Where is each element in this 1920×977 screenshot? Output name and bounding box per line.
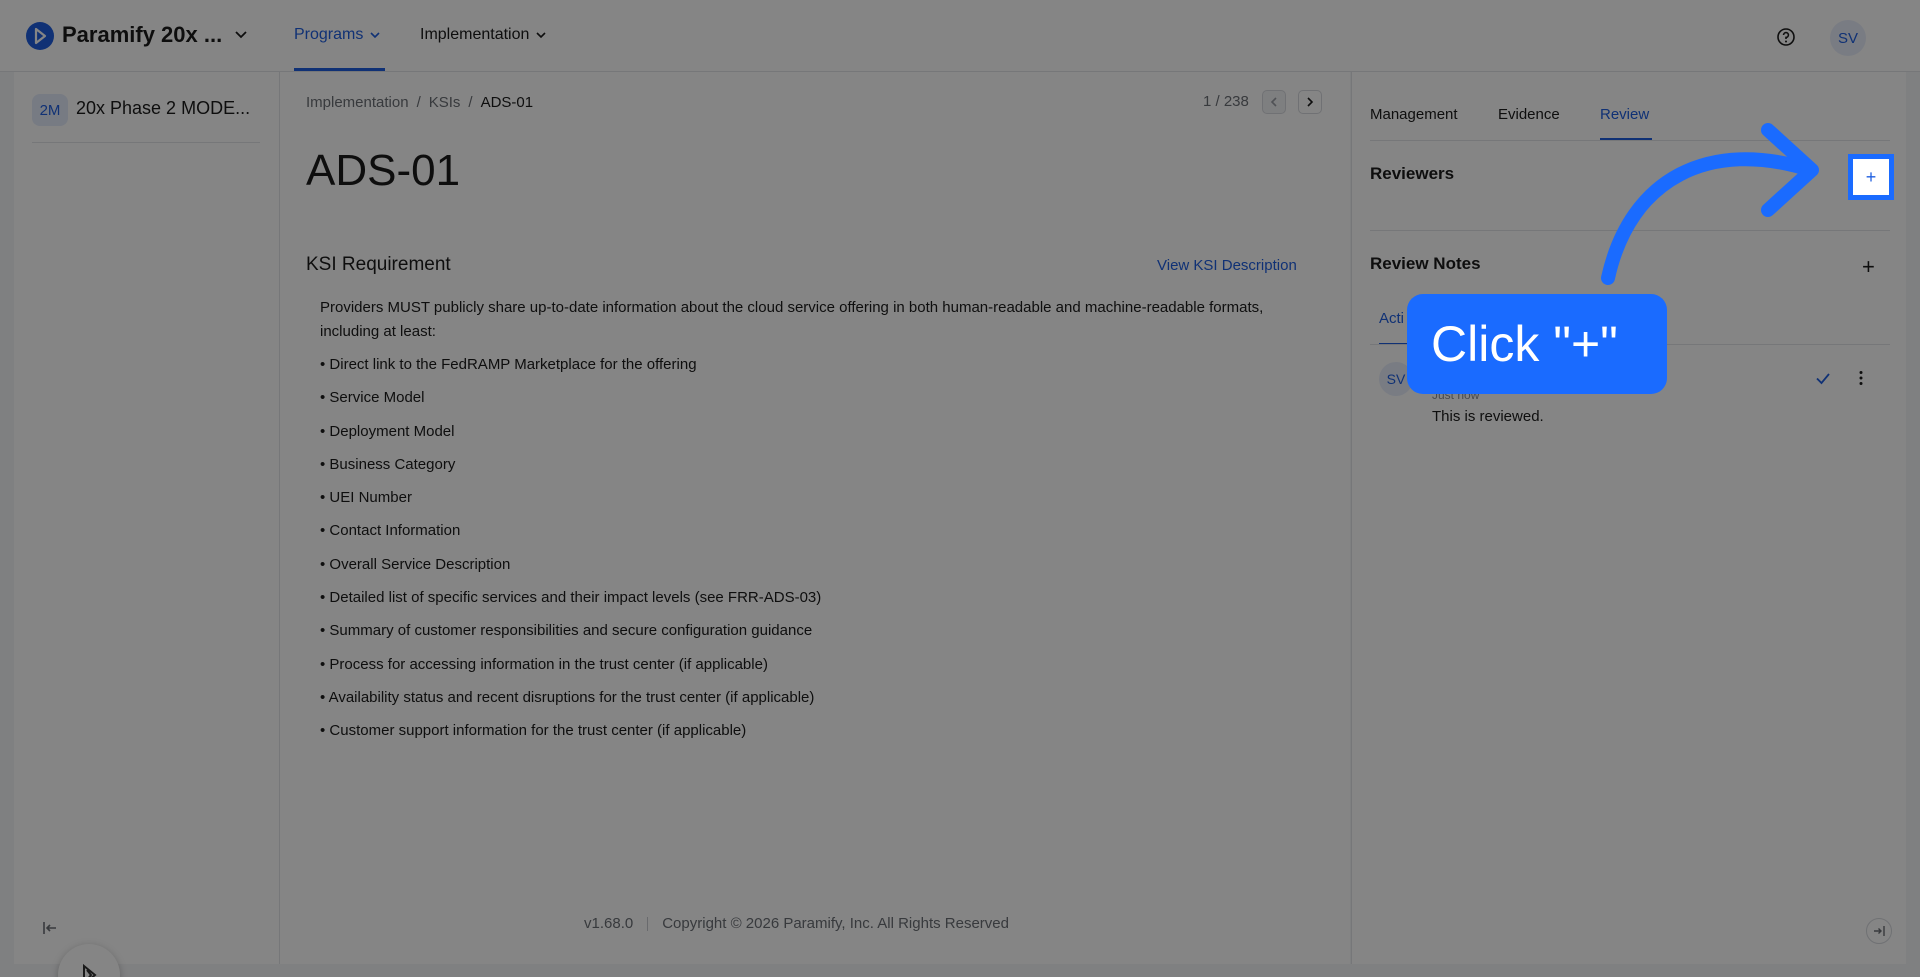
requirement-intro: Providers MUST publicly share up-to-date… <box>320 299 1264 340</box>
note-text: This is reviewed. <box>1432 408 1544 425</box>
pager-count: 1 / 238 <box>1203 93 1249 110</box>
pointer-arrow-icon <box>1601 123 1819 285</box>
nav-programs[interactable]: Programs <box>294 26 381 44</box>
top-nav: Paramify 20x ... Programs Implementation… <box>0 0 1920 72</box>
nav-programs-label: Programs <box>294 26 364 43</box>
sidebar: 2M 20x Phase 2 MODE... 42 <box>14 72 280 977</box>
paramify-logo-icon[interactable] <box>26 22 54 50</box>
requirement-item: • Contact Information <box>320 522 461 540</box>
requirement-item: • Direct link to the FedRAMP Marketplace… <box>320 356 697 373</box>
section-title: KSI Requirement <box>306 254 451 275</box>
checkmark-icon[interactable] <box>1814 369 1832 387</box>
requirement-item: • Customer support information for the t… <box>320 722 747 740</box>
breadcrumb-current: ADS-01 <box>480 94 534 111</box>
program-name[interactable]: 20x Phase 2 MODE... <box>76 98 250 119</box>
tab-evidence[interactable]: Evidence <box>1498 106 1560 123</box>
requirement-item: • Business Category <box>320 455 456 473</box>
chevron-right-icon <box>1307 97 1314 107</box>
requirement-text: Providers MUST publicly share up-to-date… <box>320 296 1320 753</box>
main-content: Implementation / KSIs / ADS-01 1 / 238 A… <box>280 72 1350 964</box>
breadcrumb: Implementation / KSIs / ADS-01 <box>306 94 533 111</box>
requirement-item: • Service Model <box>320 389 425 407</box>
tab-management[interactable]: Management <box>1370 106 1458 123</box>
footer: v1.68.0 Copyright © 2026 Paramify, Inc. … <box>584 915 1009 932</box>
collapse-sidebar-icon[interactable] <box>40 918 60 938</box>
chevron-left-icon <box>1270 97 1277 107</box>
view-ksi-description-link[interactable]: View KSI Description <box>1157 257 1297 274</box>
next-button[interactable] <box>1298 90 1322 114</box>
add-review-note-button[interactable]: + <box>1862 254 1875 280</box>
requirement-item: • Deployment Model <box>320 422 455 440</box>
paramify-helper-icon <box>83 963 97 977</box>
breadcrumb-implementation[interactable]: Implementation <box>306 94 409 111</box>
requirement-item: • Overall Service Description <box>320 555 511 573</box>
breadcrumb-separator: / <box>416 94 421 111</box>
helper-button[interactable] <box>58 944 120 977</box>
nav-implementation-label: Implementation <box>420 26 530 43</box>
breadcrumb-separator: / <box>468 94 473 111</box>
chevron-down-icon <box>536 32 546 39</box>
review-notes-title: Review Notes <box>1370 254 1481 273</box>
footer-copyright: Copyright © 2026 Paramify, Inc. All Righ… <box>662 915 1009 932</box>
collapse-right-icon <box>1874 926 1885 936</box>
nav-implementation[interactable]: Implementation <box>420 26 547 44</box>
footer-separator <box>647 916 649 931</box>
requirement-item: • Summary of customer responsibilities a… <box>320 622 813 640</box>
user-avatar[interactable]: SV <box>1830 20 1866 56</box>
collapse-panel-button[interactable] <box>1866 918 1892 944</box>
tab-activity[interactable]: Acti <box>1379 310 1404 327</box>
footer-version: v1.68.0 <box>584 915 634 932</box>
page-title: ADS-01 <box>306 146 461 195</box>
requirement-item: • Process for accessing information in t… <box>320 655 768 673</box>
previous-button[interactable] <box>1262 90 1286 114</box>
reviewers-title: Reviewers <box>1370 164 1455 183</box>
tutorial-callout: Click "+" <box>1407 294 1667 394</box>
add-reviewer-button[interactable]: + <box>1848 154 1894 200</box>
more-options-icon[interactable] <box>1852 369 1870 387</box>
requirement-item: • UEI Number <box>320 489 412 507</box>
divider <box>32 142 260 143</box>
requirement-item: • Detailed list of specific services and… <box>320 589 822 607</box>
org-name[interactable]: Paramify 20x ... <box>62 22 222 48</box>
chevron-down-icon <box>370 32 380 39</box>
breadcrumb-ksis[interactable]: KSIs <box>429 94 461 111</box>
help-icon[interactable] <box>1776 27 1796 47</box>
nav-active-indicator <box>294 68 385 71</box>
requirement-item: • Availability status and recent disrupt… <box>320 688 815 706</box>
chevron-down-icon[interactable] <box>233 26 249 42</box>
program-badge[interactable]: 2M <box>32 94 68 126</box>
